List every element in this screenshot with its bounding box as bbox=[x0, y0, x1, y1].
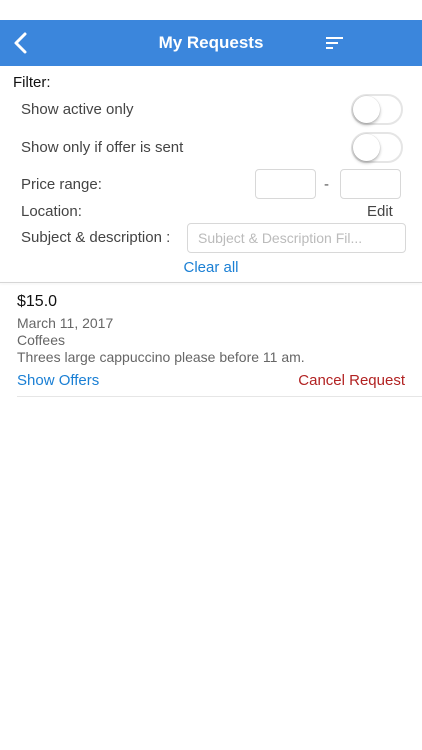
price-range-separator: - bbox=[324, 176, 329, 193]
show-active-toggle[interactable] bbox=[351, 94, 403, 125]
request-description: Threes large cappuccino please before 11… bbox=[17, 349, 305, 365]
location-label: Location: bbox=[21, 203, 82, 220]
show-offer-sent-label: Show only if offer is sent bbox=[21, 139, 184, 156]
divider bbox=[0, 282, 422, 283]
status-bar bbox=[0, 0, 422, 20]
price-min-input[interactable] bbox=[255, 169, 316, 199]
clear-all-button[interactable]: Clear all bbox=[0, 259, 422, 276]
price-max-input[interactable] bbox=[340, 169, 401, 199]
show-offers-button[interactable]: Show Offers bbox=[17, 372, 99, 389]
back-button[interactable] bbox=[6, 26, 40, 60]
nav-bar: My Requests bbox=[0, 20, 422, 66]
toggle-knob bbox=[353, 96, 380, 123]
show-offer-sent-toggle[interactable] bbox=[351, 132, 403, 163]
sort-icon bbox=[326, 37, 343, 49]
location-edit-button[interactable]: Edit bbox=[367, 203, 393, 220]
divider bbox=[17, 396, 422, 397]
show-active-label: Show active only bbox=[21, 101, 134, 118]
sort-button[interactable] bbox=[322, 30, 348, 56]
toggle-knob bbox=[353, 134, 380, 161]
price-range-label: Price range: bbox=[21, 176, 102, 193]
chevron-left-icon bbox=[14, 32, 27, 54]
subject-description-input[interactable] bbox=[187, 223, 406, 253]
request-category: Coffees bbox=[17, 332, 65, 348]
request-date: March 11, 2017 bbox=[17, 315, 114, 331]
cancel-request-button[interactable]: Cancel Request bbox=[298, 372, 405, 389]
filter-title: Filter: bbox=[13, 74, 51, 91]
request-price: $15.0 bbox=[17, 293, 58, 310]
page-title: My Requests bbox=[158, 33, 264, 52]
subject-description-label: Subject & description : bbox=[21, 229, 171, 246]
